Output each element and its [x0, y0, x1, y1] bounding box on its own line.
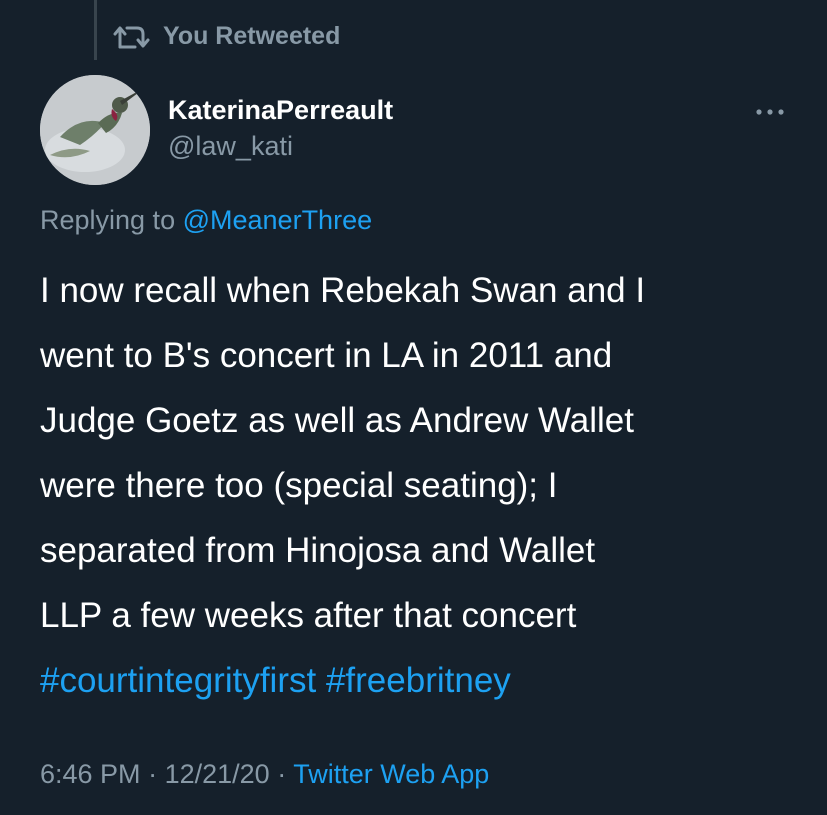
meta-separator: · [148, 759, 158, 789]
more-options-button[interactable] [750, 100, 790, 124]
tweet-line: separated from Hinojosa and Wallet [40, 531, 596, 570]
hashtag-link[interactable]: #courtintegrityfirst [40, 661, 316, 700]
tweet-line: Judge Goetz as well as Andrew Wallet [40, 401, 634, 440]
retweet-label: You Retweeted [163, 22, 341, 50]
hashtag-link[interactable]: #freebritney [326, 661, 511, 700]
hashtag-line: #courtintegrityfirst #freebritney [40, 648, 800, 713]
handle[interactable]: @law_kati [168, 129, 393, 163]
meta-separator: · [277, 759, 287, 789]
more-options-icon [756, 109, 784, 115]
tweet-source-link[interactable]: Twitter Web App [293, 759, 489, 789]
author-info: KaterinaPerreault @law_kati [168, 93, 393, 163]
hummingbird-avatar [40, 75, 150, 185]
tweet-text: I now recall when Rebekah Swan and I wen… [40, 258, 800, 713]
retweet-icon [113, 26, 150, 48]
tweet-line: went to B's concert in LA in 2011 and [40, 336, 613, 375]
replying-prefix: Replying to [40, 205, 176, 235]
reply-mention-link[interactable]: @MeanerThree [183, 205, 373, 235]
retweet-indicator: You Retweeted [113, 22, 340, 51]
replying-to: Replying to @MeanerThree [40, 200, 372, 240]
display-name[interactable]: KaterinaPerreault [168, 93, 393, 127]
avatar[interactable] [40, 75, 150, 185]
tweet-line: LLP a few weeks after that concert [40, 596, 577, 635]
tweet-date[interactable]: 12/21/20 [165, 759, 270, 789]
tweet-line: were there too (special seating); I [40, 466, 558, 505]
tweet-meta: 6:46 PM · 12/21/20 · Twitter Web App [40, 755, 489, 793]
thread-line [94, 0, 97, 60]
tweet-time[interactable]: 6:46 PM [40, 759, 141, 789]
tweet-line: I now recall when Rebekah Swan and I [40, 271, 646, 310]
